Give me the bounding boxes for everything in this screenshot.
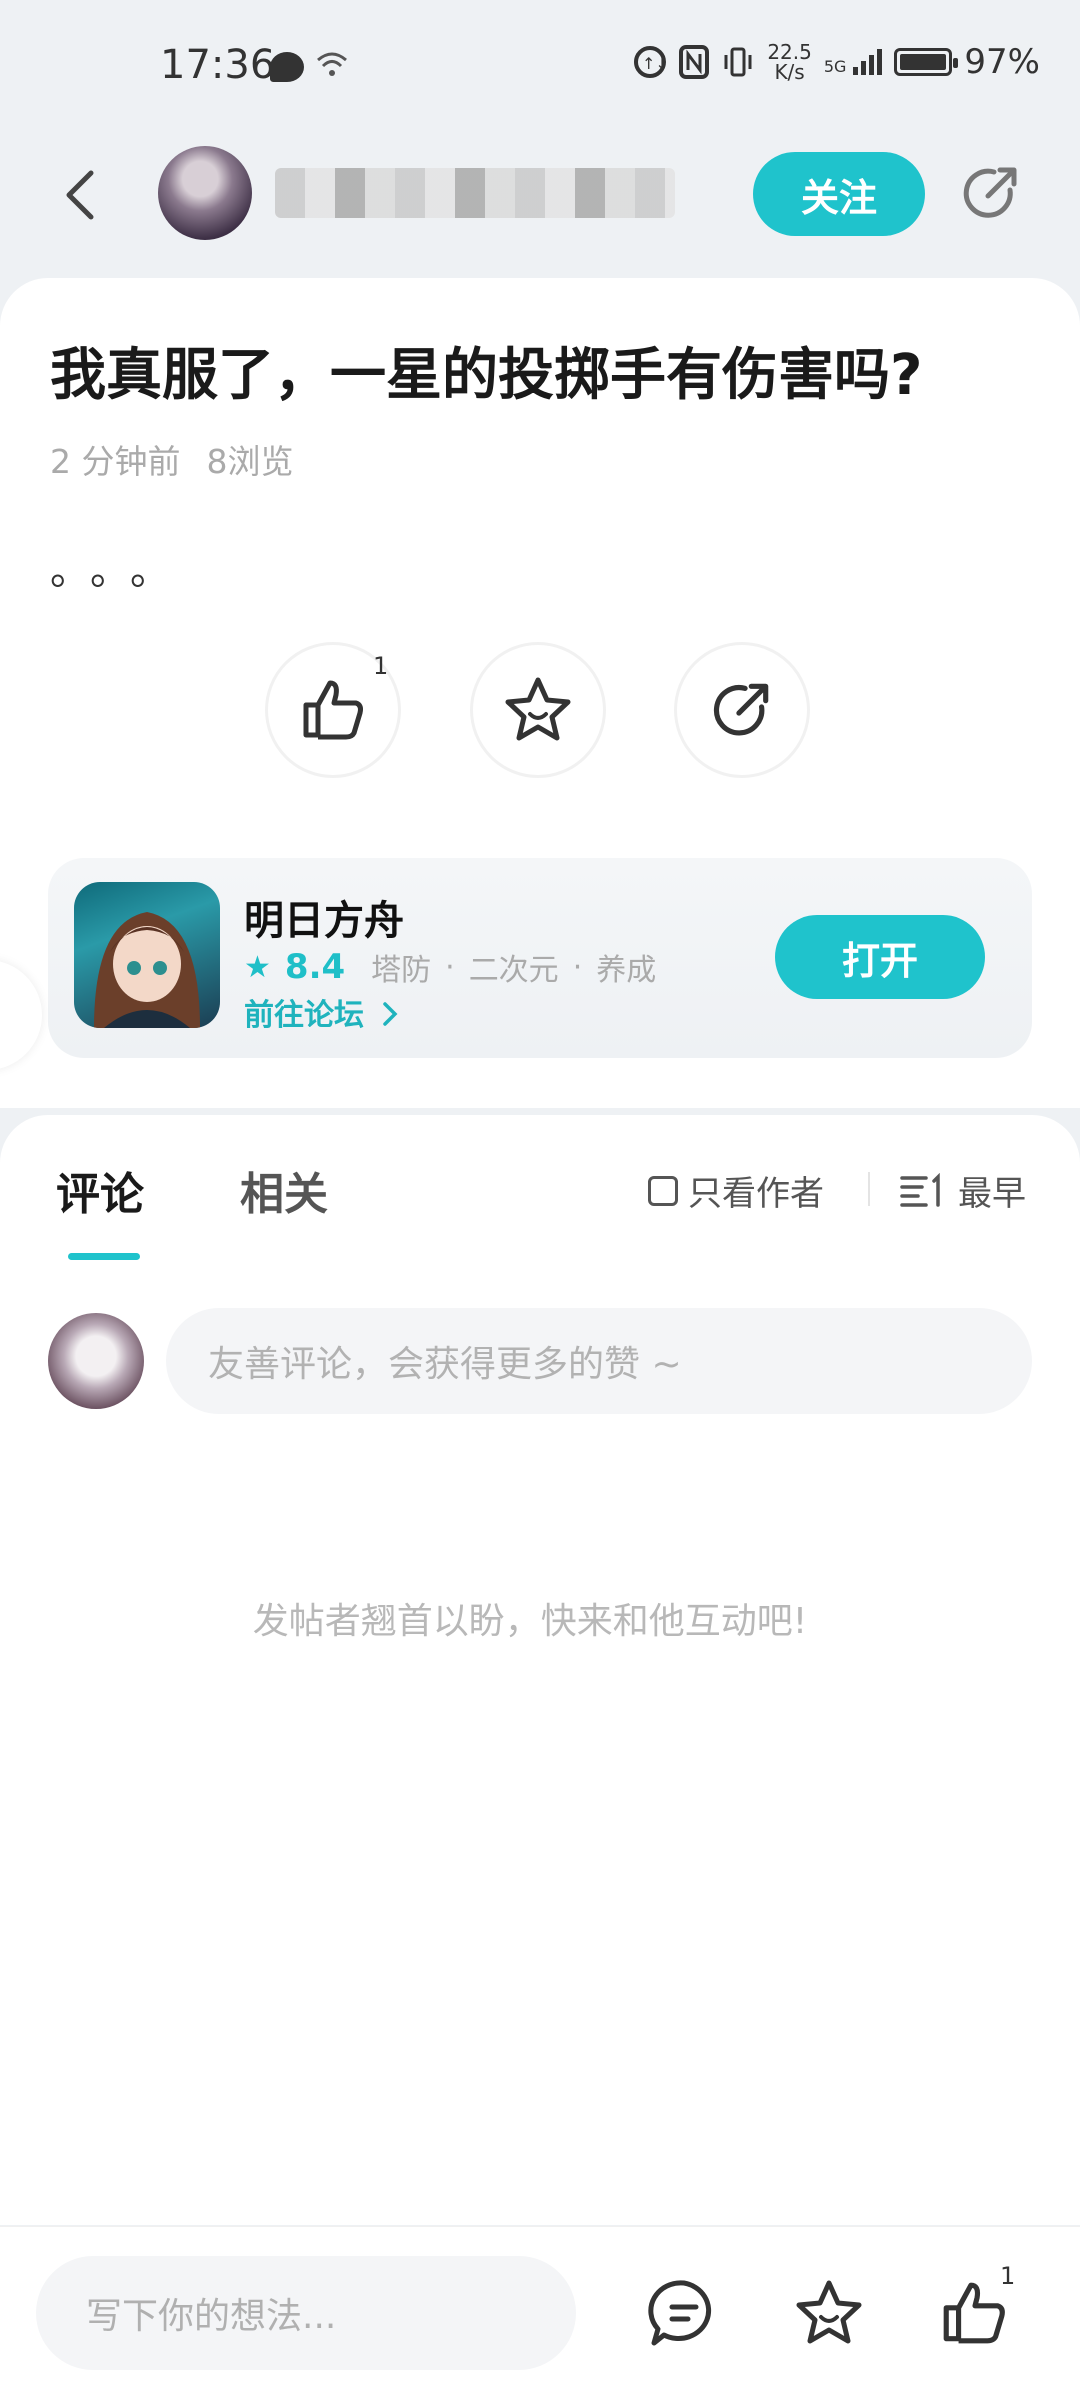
status-right-group: ↑↓ 22.5 K/s 5G 97% — [633, 42, 1040, 82]
chevron-right-icon — [383, 1002, 398, 1026]
game-rating: 8.4 — [284, 947, 346, 987]
svg-text:↑↓: ↑↓ — [642, 54, 667, 73]
comment-input[interactable]: 友善评论，会获得更多的赞 ~ — [166, 1308, 1032, 1414]
star-icon — [505, 677, 571, 741]
signal-5g: 5G — [824, 49, 883, 75]
game-tag: 养成 — [596, 953, 657, 988]
post-meta: 2 分钟前 8浏览 — [50, 435, 294, 483]
tab-comments[interactable]: 评论 — [56, 1158, 144, 1222]
open-game-button[interactable]: 打开 — [775, 915, 985, 999]
tab-related[interactable]: 相关 — [240, 1158, 328, 1222]
battery-icon — [894, 48, 959, 76]
network-speed: 22.5 K/s — [767, 40, 812, 84]
sort-icon — [900, 1172, 940, 1207]
vibrate-icon — [724, 47, 752, 77]
checkbox-icon[interactable] — [648, 1175, 678, 1206]
favorite-star-icon[interactable] — [793, 2277, 865, 2349]
tab-active-indicator — [68, 1253, 140, 1260]
empty-comments-text: 发帖者翘首以盼，快来和他互动吧! — [252, 1601, 808, 1642]
hotspot-icon — [317, 52, 347, 76]
author-name-redacted[interactable] — [275, 168, 675, 218]
game-icon[interactable] — [74, 882, 220, 1028]
nfc-icon — [679, 45, 710, 79]
sort-label: 最早 — [958, 1174, 1026, 1214]
game-tag: 塔防 — [371, 953, 432, 988]
back-arrow-icon[interactable] — [55, 165, 105, 225]
data-saver-icon: ↑↓ — [634, 46, 667, 78]
post-views: 8浏览 — [206, 442, 294, 481]
status-time: 17:36 — [160, 42, 276, 88]
my-avatar[interactable] — [48, 1313, 144, 1409]
author-avatar[interactable] — [158, 146, 252, 240]
tag-separator: · — [572, 949, 583, 985]
message-icon — [270, 52, 304, 82]
post-title: 我真服了，一星的投掷手有伤害吗? — [50, 343, 923, 408]
like-count: 1 — [373, 652, 389, 680]
rating-star-icon: ★ — [244, 949, 271, 985]
favorite-button[interactable] — [470, 642, 606, 778]
game-rating-row: ★ 8.4 塔防 · 二次元 · 养成 — [244, 945, 656, 989]
game-name: 明日方舟 — [244, 898, 404, 944]
tag-separator: · — [445, 949, 455, 985]
thought-input[interactable]: 写下你的想法... — [36, 2256, 576, 2370]
comments-section — [0, 1115, 1080, 2225]
author-only-label: 只看作者 — [688, 1174, 824, 1214]
share-post-button[interactable] — [674, 642, 810, 778]
divider — [868, 1172, 870, 1206]
follow-button[interactable]: 关注 — [753, 152, 925, 236]
post-time: 2 分钟前 — [50, 442, 181, 481]
sort-order-toggle[interactable]: 最早 — [900, 1166, 1026, 1215]
bottom-like-count: 1 — [1000, 2262, 1016, 2290]
share-arrow-icon — [713, 683, 769, 736]
post-body: 。。。 — [50, 548, 190, 594]
author-only-toggle[interactable]: 只看作者 — [648, 1166, 824, 1215]
forum-link[interactable]: 前往论坛 — [244, 990, 400, 1034]
battery-percent: 97% — [964, 42, 1040, 82]
share-icon[interactable] — [958, 160, 1024, 226]
thumbs-up-icon — [303, 680, 363, 740]
comment-bubble-icon[interactable] — [648, 2277, 720, 2349]
game-tag: 二次元 — [468, 953, 559, 988]
